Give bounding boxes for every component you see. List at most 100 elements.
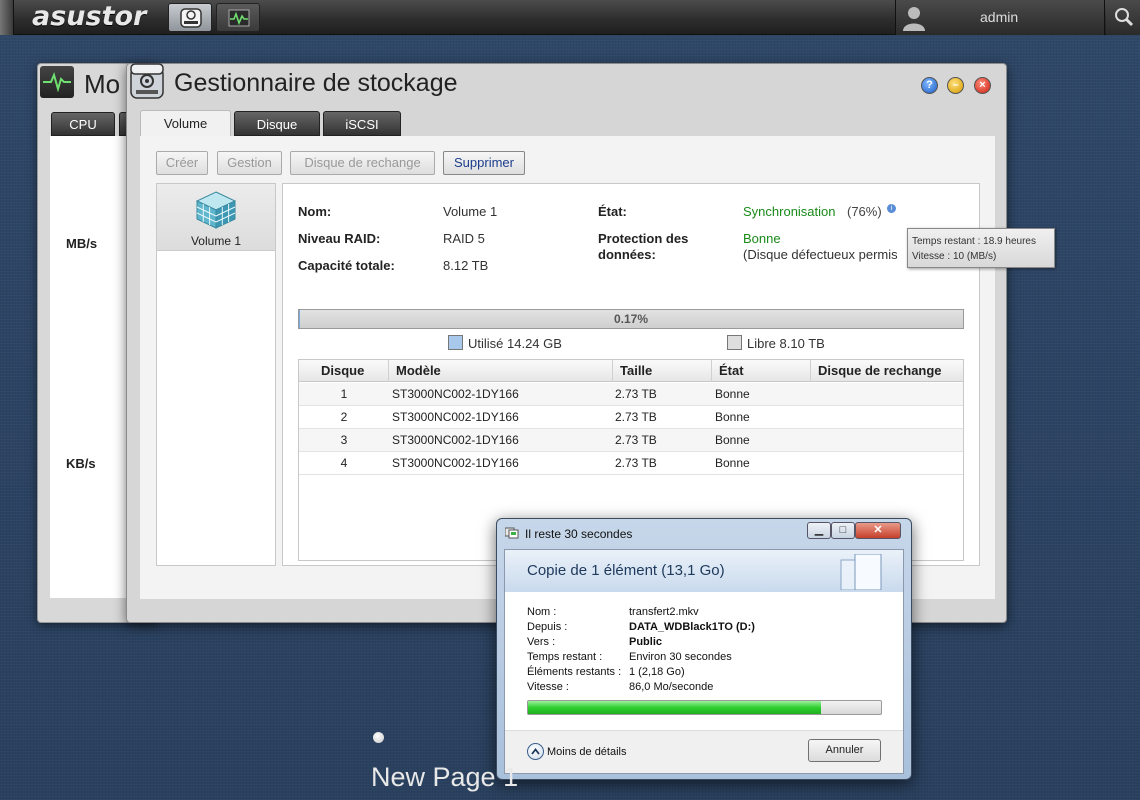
model-cell: ST3000NC002-1DY166 — [392, 456, 519, 470]
disk-number-cell: 2 — [340, 410, 348, 424]
tab-disk[interactable]: Disque — [234, 111, 320, 136]
page-label: New Page 1 — [371, 762, 519, 792]
search-button[interactable] — [1106, 0, 1140, 35]
user-name: admin — [980, 9, 1019, 25]
usage-percent-label: 0.17% — [613, 312, 649, 326]
table-row[interactable]: 1 ST3000NC002-1DY166 2.73 TB Bonne — [299, 383, 963, 406]
copy-field-label: Nom : — [527, 606, 557, 618]
tab-cpu[interactable]: CPU — [51, 112, 115, 136]
help-icon[interactable]: ? — [921, 77, 938, 94]
search-icon — [1115, 8, 1134, 27]
close-icon[interactable]: × — [974, 77, 991, 94]
taskbar-edge — [0, 0, 14, 35]
copy-field-label: Éléments restants : — [527, 666, 622, 678]
taskbar-storage-manager-button[interactable] — [168, 3, 212, 32]
legend-used-label: Utilisé 14.24 GB — [468, 336, 562, 351]
spare-disk-button[interactable]: Disque de rechange — [290, 151, 435, 175]
copy-field-value: transfert2.mkv — [629, 606, 699, 618]
volume-details: Nom: Volume 1 Niveau RAID: RAID 5 Capaci… — [282, 183, 980, 566]
minimize-icon[interactable]: – — [947, 77, 964, 94]
disk-number-cell: 3 — [340, 433, 348, 447]
state-label: État: — [598, 204, 627, 219]
volume-list: Volume 1 — [156, 183, 276, 566]
heartbeat-icon — [43, 72, 71, 92]
column-header-spare-disk[interactable]: Disque de rechange — [811, 360, 963, 382]
copy-progress-bar — [527, 700, 882, 715]
tooltip-time-remaining: Temps restant : 18.9 heures — [912, 236, 1036, 247]
size-cell: 2.73 TB — [615, 387, 657, 401]
table-row[interactable]: 3 ST3000NC002-1DY166 2.73 TB Bonne — [299, 429, 963, 452]
name-label: Nom: — [298, 204, 332, 219]
state-cell: Bonne — [715, 433, 750, 447]
page-indicator-dot[interactable] — [373, 732, 384, 743]
copy-field-label: Vers : — [527, 636, 556, 648]
file-copy-dialog[interactable]: Il reste 30 secondes ▁ □ ✕ Copie de 1 él… — [496, 518, 912, 780]
dialog-footer: Moins de détails Annuler — [505, 730, 903, 773]
size-cell: 2.73 TB — [615, 410, 657, 424]
table-header: Disque Modèle Taille État Disque de rech… — [299, 360, 963, 382]
axis-unit-mbs: MB/s — [66, 236, 98, 251]
tab-iscsi[interactable]: iSCSI — [323, 111, 401, 136]
column-header-disk[interactable]: Disque — [299, 360, 389, 382]
sync-percent: (76%) — [847, 204, 882, 219]
copy-field-value: Environ 30 secondes — [629, 651, 732, 663]
chevron-up-icon — [531, 748, 540, 755]
table-row[interactable]: 4 ST3000NC002-1DY166 2.73 TB Bonne — [299, 452, 963, 475]
usage-progress-bar: 0.17% — [298, 309, 964, 329]
name-value: Volume 1 — [443, 204, 498, 219]
data-protection-label: Protection des données: — [598, 231, 688, 263]
taskbar-activity-monitor-button[interactable] — [216, 3, 260, 32]
copy-field-value: 1 (2,18 Go) — [629, 666, 685, 678]
copy-progress-fill — [528, 701, 821, 714]
state-cell: Bonne — [715, 456, 750, 470]
manage-button[interactable]: Gestion — [217, 151, 282, 175]
close-button[interactable]: ✕ — [855, 522, 901, 539]
copy-header: Copie de 1 élément (13,1 Go) — [505, 550, 903, 592]
legend-free-label: Libre 8.10 TB — [747, 336, 825, 351]
table-row[interactable]: 2 ST3000NC002-1DY166 2.73 TB Bonne — [299, 406, 963, 429]
column-header-model[interactable]: Modèle — [389, 360, 613, 382]
copy-field-value: 86,0 Mo/seconde — [629, 681, 714, 693]
disk-number-cell: 1 — [340, 387, 348, 401]
less-details-link[interactable]: Moins de détails — [547, 746, 627, 758]
model-cell: ST3000NC002-1DY166 — [392, 433, 519, 447]
total-capacity-value: 8.12 TB — [443, 258, 489, 273]
volume-list-item[interactable]: Volume 1 — [157, 184, 275, 251]
top-bar: asustor admin — [0, 0, 1140, 35]
activity-monitor-icon — [228, 9, 250, 27]
delete-button[interactable]: Supprimer — [443, 151, 525, 175]
legend-free-swatch — [727, 335, 742, 350]
storage-manager-icon — [130, 63, 164, 99]
dialog-title: Il reste 30 secondes — [525, 527, 633, 541]
activity-monitor-window-icon — [40, 66, 74, 98]
storage-manager-icon — [180, 8, 202, 28]
maximize-button[interactable]: □ — [831, 522, 855, 539]
column-header-state[interactable]: État — [712, 360, 811, 382]
copy-field-label: Temps restant : — [527, 651, 603, 663]
legend-used-swatch — [448, 335, 463, 350]
collapse-details-icon[interactable] — [527, 743, 544, 760]
size-cell: 2.73 TB — [615, 433, 657, 447]
create-button[interactable]: Créer — [156, 151, 208, 175]
info-icon[interactable]: i — [887, 204, 896, 213]
axis-unit-kbs: KB/s — [66, 456, 96, 471]
column-header-size[interactable]: Taille — [613, 360, 712, 382]
tooltip-speed: Vitesse : 10 (MB/s) — [912, 251, 997, 262]
cancel-button[interactable]: Annuler — [808, 739, 881, 762]
minimize-button[interactable]: ▁ — [807, 522, 831, 539]
spare-disk-cell — [817, 452, 957, 475]
spare-disk-cell — [817, 383, 957, 406]
spare-disk-cell — [817, 429, 957, 452]
state-cell: Bonne — [715, 387, 750, 401]
data-protection-label-line2: données: — [598, 247, 656, 262]
volume-list-item-label: Volume 1 — [190, 234, 242, 248]
sync-tooltip: Temps restant : 18.9 heures Vitesse : 10… — [907, 228, 1055, 268]
file-transfer-icon — [840, 554, 882, 590]
copy-files-icon — [505, 527, 519, 539]
disk-number-cell: 4 — [340, 456, 348, 470]
copy-summary: Copie de 1 élément (13,1 Go) — [527, 562, 725, 579]
size-cell: 2.73 TB — [615, 456, 657, 470]
tab-volume[interactable]: Volume — [140, 110, 231, 137]
user-menu[interactable]: admin — [895, 0, 1105, 35]
copy-field-label: Vitesse : — [527, 681, 569, 693]
